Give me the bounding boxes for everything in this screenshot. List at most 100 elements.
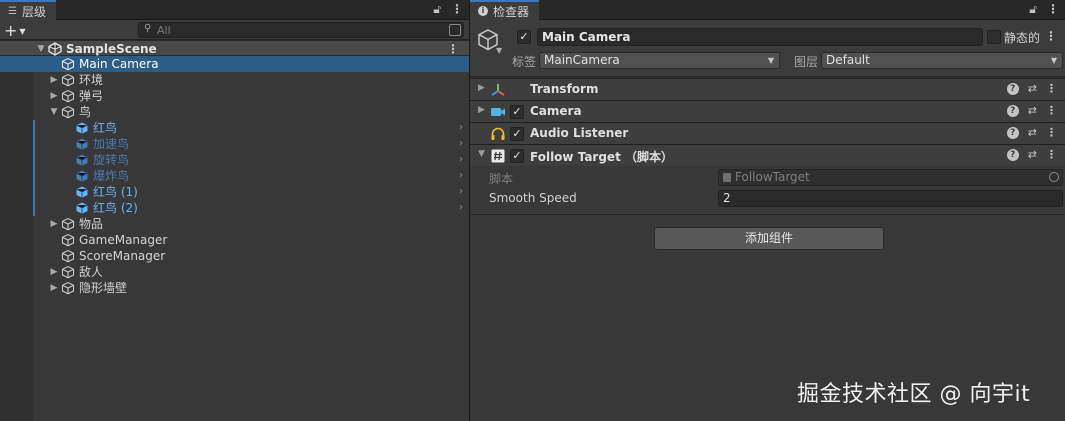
tree-item-score-manager[interactable]: ScoreManager (0, 248, 469, 264)
scene-row[interactable]: ▼ SampleScene ⋮ (0, 40, 469, 56)
expand-arrow-icon[interactable]: ▶ (478, 83, 485, 93)
tree-item-label: 爆炸鸟 (93, 169, 130, 183)
smooth-speed-field[interactable]: 2 (718, 190, 1063, 207)
caret-down-icon: ▼ (19, 26, 26, 36)
preset-sliders-icon[interactable]: ⇄ (1028, 148, 1037, 161)
preset-sliders-icon[interactable]: ⇄ (1028, 104, 1037, 117)
layer-value: Default (826, 53, 870, 67)
list-icon: ☰ (8, 5, 17, 17)
kebab-menu-icon[interactable]: ⋮ (1047, 2, 1059, 17)
expand-arrow-icon[interactable]: ▶ (49, 88, 59, 104)
scene-menu-icon[interactable]: ⋮ (447, 41, 459, 57)
tag-dropdown[interactable]: MainCamera ▼ (539, 52, 780, 69)
chevron-right-icon[interactable]: › (459, 120, 463, 136)
component-transform[interactable]: ▶ Transform ? ⇄ ⋮ (470, 78, 1065, 100)
tree-item-speed-bird[interactable]: 加速鸟 › (0, 136, 469, 152)
lock-icon[interactable]: 🔓︎ (1029, 2, 1037, 17)
search-picker-icon[interactable] (449, 24, 461, 36)
chevron-right-icon[interactable]: › (459, 184, 463, 200)
component-title: Audio Listener (530, 126, 629, 140)
tree-item-label: 环境 (79, 73, 104, 87)
component-menu-icon[interactable]: ⋮ (1046, 148, 1057, 161)
tree-item-red-bird-1[interactable]: 红鸟 (1) › (0, 184, 469, 200)
tree-item-label: 隐形墙壁 (79, 281, 128, 295)
smooth-speed-label[interactable]: Smooth Speed (489, 191, 577, 205)
collapse-arrow-icon[interactable]: ▼ (478, 149, 485, 159)
chevron-right-icon[interactable]: › (459, 200, 463, 216)
expand-arrow-icon[interactable]: ▶ (49, 72, 59, 88)
tree-item-items[interactable]: ▶ 物品 (0, 216, 469, 232)
tree-item-bomb-bird[interactable]: 爆炸鸟 › (0, 168, 469, 184)
plus-icon: + (4, 20, 18, 40)
chevron-right-icon[interactable]: › (459, 168, 463, 184)
tree-item-label: 加速鸟 (93, 137, 130, 151)
preset-sliders-icon[interactable]: ⇄ (1028, 126, 1037, 139)
preset-sliders-icon[interactable]: ⇄ (1028, 82, 1037, 95)
lock-icon[interactable]: 🔓︎ (433, 2, 441, 17)
tree-item-environment[interactable]: ▶ 环境 (0, 72, 469, 88)
expand-arrow-icon[interactable]: ▶ (478, 105, 485, 115)
tree-item-slingshot[interactable]: ▶ 弹弓 (0, 88, 469, 104)
component-audio-listener[interactable]: ✓ Audio Listener ? ⇄ ⋮ (470, 122, 1065, 144)
tab-hierarchy-label: 层级 (21, 4, 46, 19)
script-property-row: 脚本 FollowTarget (470, 168, 1065, 188)
chevron-right-icon[interactable]: › (459, 152, 463, 168)
tree-item-label: 敌人 (79, 265, 104, 279)
expand-arrow-icon[interactable]: ▼ (49, 104, 59, 120)
expand-arrow-icon[interactable]: ▶ (49, 280, 59, 296)
tab-hierarchy[interactable]: ☰ 层级 (0, 0, 56, 20)
caret-down-icon[interactable]: ▼ (496, 46, 502, 55)
follow-target-enabled-checkbox[interactable]: ✓ (510, 149, 524, 163)
help-icon[interactable]: ? (1006, 149, 1019, 161)
tree-item-game-manager[interactable]: GameManager (0, 232, 469, 248)
kebab-menu-icon[interactable]: ⋮ (451, 2, 463, 17)
active-checkbox[interactable]: ✓ (517, 30, 531, 44)
help-icon[interactable]: ? (1006, 127, 1019, 139)
script-object-field[interactable]: FollowTarget (718, 169, 1063, 186)
tree-item-enemies[interactable]: ▶ 敌人 (0, 264, 469, 280)
script-hash-icon (491, 149, 505, 163)
help-icon[interactable]: ? (1006, 83, 1019, 95)
object-name-field[interactable]: Main Camera (537, 28, 983, 46)
tree-item-label: 物品 (79, 217, 104, 231)
tree-item-main-camera[interactable]: Main Camera (0, 56, 469, 72)
create-button[interactable]: + ▼ (4, 20, 34, 40)
gameobject-cube-icon (61, 265, 75, 279)
expand-arrow-icon[interactable]: ▶ (49, 216, 59, 232)
component-menu-icon[interactable]: ⋮ (1046, 82, 1057, 95)
info-icon: i (478, 6, 488, 16)
component-tools: ? ⇄ ⋮ (1006, 148, 1057, 161)
tree-item-label: 红鸟 (93, 121, 118, 135)
component-menu-icon[interactable]: ⋮ (1046, 126, 1057, 139)
hierarchy-panel: ☰ 层级 🔓︎ ⋮ + ▼ ⚲ ▼ SampleScene ⋮ (0, 0, 469, 421)
help-icon[interactable]: ? (1006, 105, 1019, 117)
component-camera[interactable]: ▶ ✓ Camera ? ⇄ ⋮ (470, 100, 1065, 122)
watermark-text: 掘金技术社区 @ 向宇it (797, 382, 1031, 407)
component-follow-target[interactable]: ▼ ✓ Follow Target （脚本） ? ⇄ ⋮ (470, 144, 1065, 166)
component-title: Transform (530, 82, 599, 96)
tree-item-red-bird[interactable]: 红鸟 › (0, 120, 469, 136)
tree-item-red-bird-2[interactable]: 红鸟 (2) › (0, 200, 469, 216)
add-component-button[interactable]: 添加组件 (654, 227, 884, 250)
expand-arrow-icon[interactable]: ▶ (49, 264, 59, 280)
search-input[interactable] (157, 23, 437, 37)
expand-arrow-icon[interactable]: ▼ (36, 41, 46, 57)
layer-dropdown[interactable]: Default ▼ (821, 52, 1063, 69)
hierarchy-tabbar: ☰ 层级 🔓︎ ⋮ (0, 0, 469, 20)
component-menu-icon[interactable]: ⋮ (1046, 104, 1057, 117)
caret-down-icon: ▼ (1050, 56, 1057, 65)
header-kebab-icon[interactable]: ⋮ (1045, 29, 1057, 43)
tree-item-birds[interactable]: ▼ 鸟 (0, 104, 469, 120)
tab-inspector[interactable]: i 检查器 (470, 0, 540, 20)
component-separator (470, 214, 1065, 215)
audio-listener-enabled-checkbox[interactable]: ✓ (510, 127, 524, 141)
gameobject-cube-icon (61, 89, 75, 103)
tree-item-invisible-walls[interactable]: ▶ 隐形墙壁 (0, 280, 469, 296)
static-checkbox[interactable]: ✓ (987, 30, 1001, 44)
object-picker-icon[interactable] (1049, 172, 1059, 182)
camera-enabled-checkbox[interactable]: ✓ (510, 105, 524, 119)
prefab-cube-icon (76, 138, 88, 150)
chevron-right-icon[interactable]: › (459, 136, 463, 152)
gameobject-cube-icon (61, 73, 75, 87)
tree-item-spin-bird[interactable]: 旋转鸟 › (0, 152, 469, 168)
